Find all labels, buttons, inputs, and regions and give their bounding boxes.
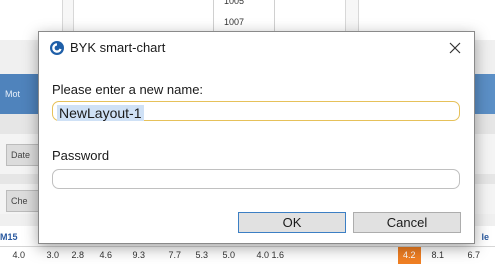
list-item: 1007 <box>224 17 245 27</box>
table-cell: 8.1 <box>431 250 444 260</box>
table-header-cell: M15 <box>0 232 18 242</box>
table-cell: 6.7 <box>467 250 480 260</box>
name-label: Please enter a new name: <box>52 82 204 97</box>
password-field[interactable] <box>52 169 460 189</box>
table-cell: 3.0 <box>46 250 59 260</box>
table-cell: 9.3 <box>132 250 145 260</box>
table-cell: 4.6 <box>99 250 112 260</box>
password-label: Password <box>52 148 110 163</box>
byk-logo-icon <box>50 41 64 55</box>
background-sidebar-item: Mot <box>0 74 40 114</box>
rename-dialog: BYK smart-chart Please enter a new name:… <box>38 31 475 244</box>
close-icon[interactable] <box>444 37 466 59</box>
ok-button[interactable]: OK <box>238 212 346 233</box>
table-row: 4.0 3.0 2.8 4.6 9.3 7.7 5.3 5.0 4.0 1.6 … <box>0 246 495 264</box>
table-cell: 7.7 <box>168 250 181 260</box>
list-item: 1005 <box>224 0 245 6</box>
table-cell: 2.8 <box>71 250 84 260</box>
table-cell-highlighted: 4.2 <box>398 247 421 264</box>
table-header-cell: le <box>481 232 489 242</box>
table-cell: 5.3 <box>195 250 208 260</box>
cancel-button[interactable]: Cancel <box>353 212 461 233</box>
dialog-title: BYK smart-chart <box>70 40 166 55</box>
dialog-titlebar[interactable]: BYK smart-chart <box>39 32 474 64</box>
table-cell: 5.0 <box>222 250 235 260</box>
table-cell: 4.0 <box>12 250 25 260</box>
table-cell: 1.6 <box>271 250 284 260</box>
name-input-value: NewLayout-1 <box>57 105 144 121</box>
